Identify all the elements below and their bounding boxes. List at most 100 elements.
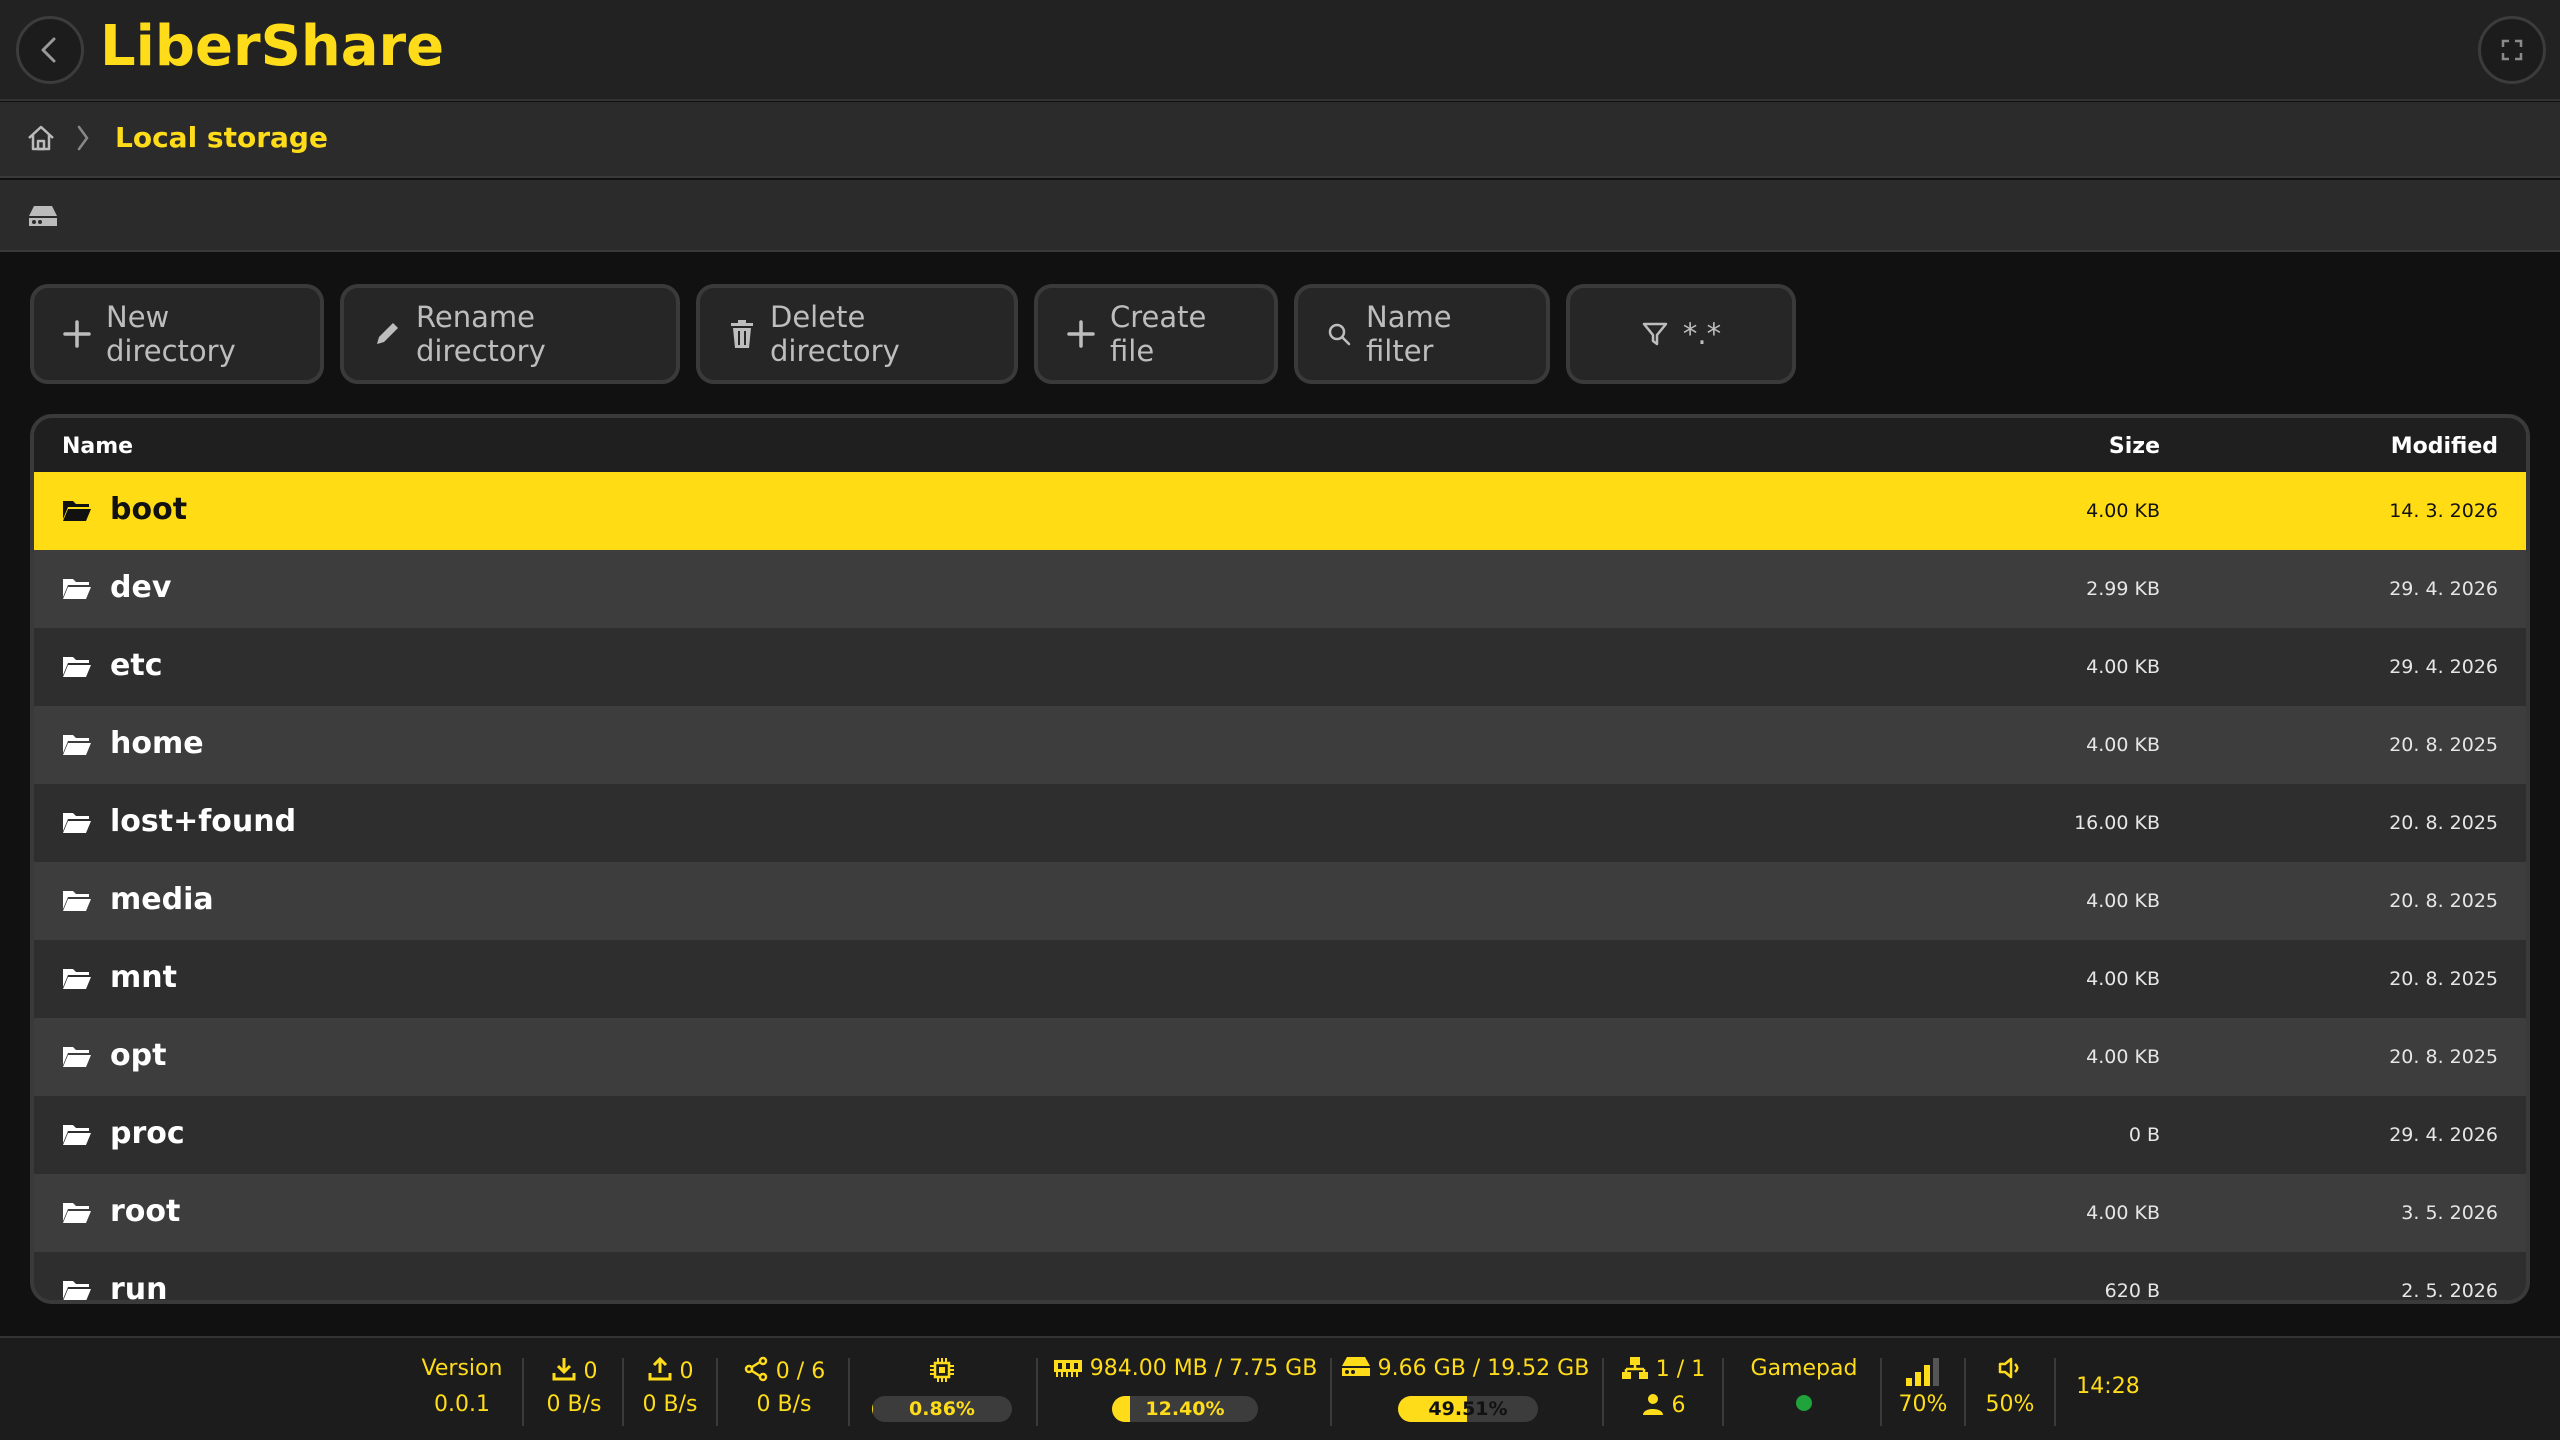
folder-icon bbox=[63, 1203, 91, 1223]
disk-indicator: 9.66 GB / 19.52 GB 49.51% bbox=[1334, 1352, 1596, 1428]
file-name: media bbox=[110, 882, 214, 917]
file-size: 620 B bbox=[2104, 1280, 2160, 1302]
home-crumb[interactable] bbox=[26, 124, 56, 156]
table-row[interactable]: opt 4.00 KB 20. 8. 2025 bbox=[34, 1018, 2526, 1096]
table-row[interactable]: home 4.00 KB 20. 8. 2025 bbox=[34, 706, 2526, 784]
toolbar: New directory Rename directory Delete di… bbox=[30, 284, 1796, 384]
file-modified: 29. 4. 2026 bbox=[2389, 1124, 2498, 1146]
volume-icon bbox=[1998, 1357, 2019, 1379]
table-row[interactable]: boot 4.00 KB 14. 3. 2026 bbox=[34, 472, 2526, 550]
extension-filter-button[interactable]: *.* bbox=[1566, 284, 1796, 384]
table-body: boot 4.00 KB 14. 3. 2026 dev 2.99 KB 29.… bbox=[34, 472, 2526, 1304]
file-size: 0 B bbox=[2128, 1124, 2160, 1146]
file-size: 2.99 KB bbox=[2086, 578, 2160, 600]
file-name: etc bbox=[110, 648, 163, 683]
table-row[interactable]: mnt 4.00 KB 20. 8. 2025 bbox=[34, 940, 2526, 1018]
download-icon bbox=[552, 1358, 575, 1381]
ram-progress: 12.40% bbox=[1112, 1396, 1258, 1422]
gamepad-status-dot bbox=[1796, 1395, 1812, 1411]
user-icon bbox=[1642, 1394, 1663, 1415]
file-modified: 20. 8. 2025 bbox=[2389, 968, 2498, 990]
home-icon bbox=[28, 125, 54, 151]
hard-drive-icon bbox=[1341, 1357, 1370, 1376]
table-row[interactable]: root 4.00 KB 3. 5. 2026 bbox=[34, 1174, 2526, 1252]
folder-icon bbox=[63, 579, 91, 599]
table-row[interactable]: dev 2.99 KB 29. 4. 2026 bbox=[34, 550, 2526, 628]
volume-value: 50% bbox=[1985, 1392, 2035, 1417]
folder-icon bbox=[63, 657, 91, 677]
table-row[interactable]: lost+found 16.00 KB 20. 8. 2025 bbox=[34, 784, 2526, 862]
breadcrumb-current[interactable]: Local storage bbox=[115, 121, 328, 154]
name-filter-label: Name filter bbox=[1366, 300, 1452, 368]
file-modified: 3. 5. 2026 bbox=[2401, 1202, 2498, 1224]
folder-icon bbox=[63, 1125, 91, 1145]
memory-icon bbox=[1053, 1360, 1082, 1377]
disk-progress: 49.51% bbox=[1398, 1396, 1538, 1422]
new-directory-button[interactable]: New directory bbox=[30, 284, 324, 384]
signal-value: 70% bbox=[1898, 1392, 1948, 1417]
column-name-header[interactable]: Name bbox=[62, 434, 133, 459]
table-row[interactable]: run 620 B 2. 5. 2026 bbox=[34, 1252, 2526, 1304]
file-modified: 20. 8. 2025 bbox=[2389, 1046, 2498, 1068]
volume-indicator[interactable]: 50% bbox=[1968, 1352, 2052, 1428]
table-row[interactable]: etc 4.00 KB 29. 4. 2026 bbox=[34, 628, 2526, 706]
version-label: Version bbox=[421, 1356, 503, 1381]
fullscreen-icon bbox=[2501, 39, 2523, 61]
connections-indicator: 1 / 1 6 bbox=[1606, 1352, 1720, 1428]
clock-time: 14:28 bbox=[2076, 1374, 2140, 1399]
file-size: 4.00 KB bbox=[2086, 500, 2160, 522]
users-count: 6 bbox=[1671, 1393, 1686, 1418]
upload-count: 0 bbox=[679, 1359, 694, 1384]
file-modified: 20. 8. 2025 bbox=[2389, 812, 2498, 834]
pencil-icon bbox=[377, 323, 398, 344]
file-size: 4.00 KB bbox=[2086, 968, 2160, 990]
ram-usage: 984.00 MB / 7.75 GB bbox=[1089, 1356, 1318, 1381]
file-name: proc bbox=[110, 1116, 185, 1151]
file-modified: 20. 8. 2025 bbox=[2389, 734, 2498, 756]
signal-strength-icon bbox=[1906, 1358, 1939, 1386]
breadcrumb-separator-icon bbox=[76, 124, 90, 156]
filter-icon bbox=[1642, 322, 1668, 346]
disk-usage: 9.66 GB / 19.52 GB bbox=[1377, 1356, 1590, 1381]
file-modified: 2. 5. 2026 bbox=[2401, 1280, 2498, 1302]
breadcrumb: Local storage bbox=[0, 102, 2560, 178]
folder-icon bbox=[63, 969, 91, 989]
folder-icon bbox=[63, 891, 91, 911]
table-row[interactable]: proc 0 B 29. 4. 2026 bbox=[34, 1096, 2526, 1174]
upload-indicator: 0 0 B/s bbox=[626, 1352, 714, 1428]
hard-drive-icon[interactable] bbox=[28, 204, 58, 232]
folder-icon bbox=[63, 501, 91, 521]
file-name: run bbox=[110, 1272, 168, 1304]
shares-speed: 0 B/s bbox=[756, 1392, 812, 1417]
clock: 14:28 bbox=[2060, 1352, 2156, 1428]
ram-indicator: 984.00 MB / 7.75 GB 12.40% bbox=[1040, 1352, 1330, 1428]
gamepad-label: Gamepad bbox=[1750, 1356, 1858, 1381]
share-icon bbox=[744, 1356, 768, 1382]
extension-filter-label: *.* bbox=[1682, 317, 1722, 351]
column-modified-header[interactable]: Modified bbox=[2391, 434, 2498, 459]
folder-icon bbox=[63, 735, 91, 755]
rename-directory-button[interactable]: Rename directory bbox=[340, 284, 680, 384]
name-filter-button[interactable]: Name filter bbox=[1294, 284, 1550, 384]
search-icon bbox=[1328, 323, 1351, 346]
back-button[interactable] bbox=[16, 16, 84, 84]
table-row[interactable]: media 4.00 KB 20. 8. 2025 bbox=[34, 862, 2526, 940]
servers-count: 1 / 1 bbox=[1655, 1357, 1706, 1382]
ram-percent: 12.40% bbox=[1145, 1398, 1225, 1420]
download-speed: 0 B/s bbox=[546, 1392, 602, 1417]
file-name: dev bbox=[110, 570, 172, 605]
upload-speed: 0 B/s bbox=[642, 1392, 698, 1417]
table-header: Name Size Modified bbox=[34, 418, 2526, 472]
column-size-header[interactable]: Size bbox=[2109, 434, 2160, 459]
create-file-button[interactable]: Create file bbox=[1034, 284, 1278, 384]
folder-icon bbox=[63, 813, 91, 833]
download-indicator: 0 0 B/s bbox=[528, 1352, 620, 1428]
server-icon bbox=[1621, 1357, 1648, 1379]
version-value: 0.0.1 bbox=[434, 1392, 490, 1417]
file-name: boot bbox=[110, 492, 188, 527]
download-count: 0 bbox=[583, 1359, 598, 1384]
delete-directory-button[interactable]: Delete directory bbox=[696, 284, 1018, 384]
fullscreen-button[interactable] bbox=[2478, 16, 2546, 84]
upload-icon bbox=[648, 1356, 671, 1381]
cpu-percent: 0.86% bbox=[909, 1398, 975, 1420]
